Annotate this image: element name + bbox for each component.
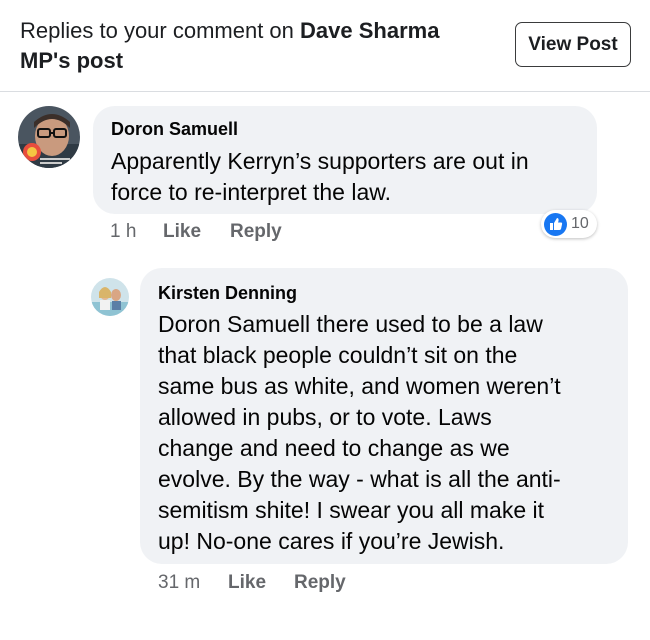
reaction-summary[interactable]: 10 [541,210,597,238]
avatar[interactable] [91,278,129,316]
comment-text: Doron Samuell there used to be a law tha… [158,311,561,554]
comment-timestamp[interactable]: 1 h [110,221,136,243]
comment-text: Apparently Kerryn’s supporters are out i… [111,148,529,205]
comment-author[interactable]: Kirsten Denning [158,283,297,304]
like-button[interactable]: Like [163,221,201,243]
comment-bubble: Doron Samuell Apparently Kerryn’s suppor… [93,106,597,214]
like-button[interactable]: Like [228,572,266,594]
reply-button[interactable]: Reply [294,572,346,594]
replies-notification-page: Replies to your comment on Dave Sharma M… [0,0,650,640]
reaction-count: 10 [571,215,589,232]
avatar[interactable] [18,106,80,168]
header: Replies to your comment on Dave Sharma M… [0,0,650,92]
comment-author[interactable]: Doron Samuell [111,119,238,140]
header-title: Replies to your comment on Dave Sharma M… [20,16,490,76]
comment-bubble: Kirsten Denning Doron Samuell there used… [140,268,628,564]
thumbs-up-icon [544,212,567,236]
header-title-prefix: Replies to your comment on [20,18,301,43]
reply-button[interactable]: Reply [230,221,282,243]
view-post-button[interactable]: View Post [515,22,631,67]
comment-timestamp[interactable]: 31 m [158,572,200,594]
